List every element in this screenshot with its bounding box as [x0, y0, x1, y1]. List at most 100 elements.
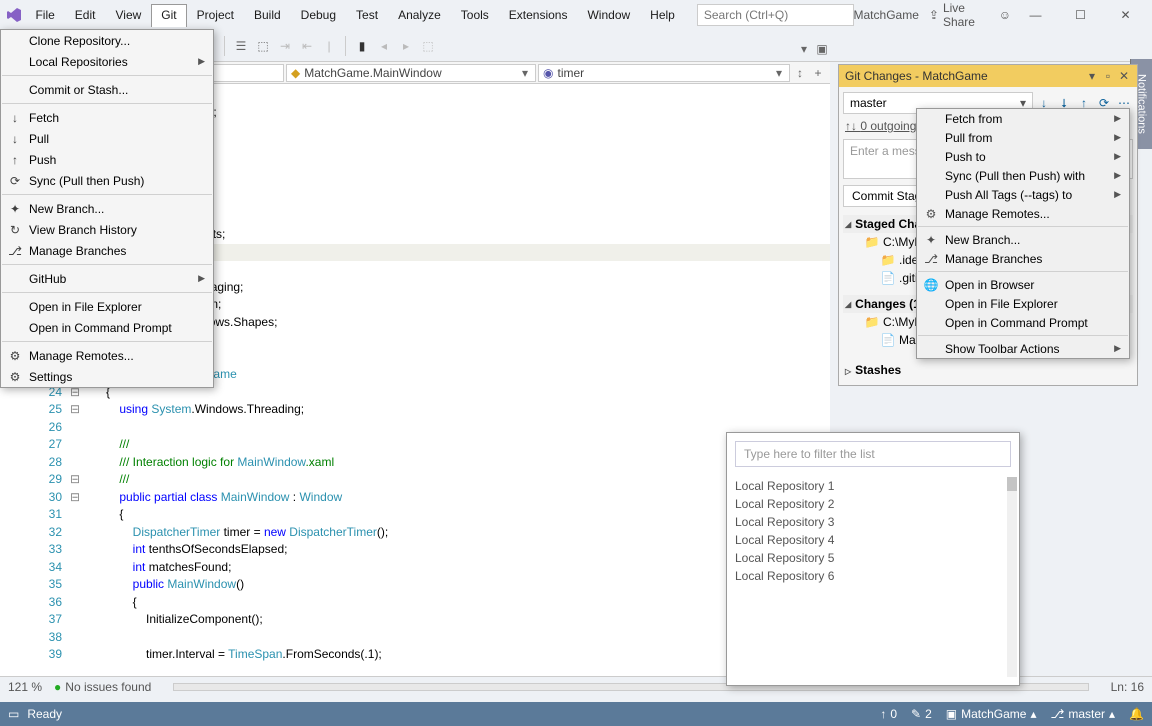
git-menu-item[interactable]: ⚙Manage Remotes... [1, 345, 213, 366]
menu-project[interactable]: Project [187, 4, 244, 26]
menu-view[interactable]: View [105, 4, 151, 26]
minimize-button[interactable]: — [1013, 0, 1058, 30]
feedback-icon[interactable]: ▭ [8, 707, 19, 721]
repo-item[interactable]: Local Repository 3 [735, 513, 1011, 531]
git-changes-title: Git Changes - MatchGame ▾ ▫ ✕ [839, 65, 1137, 87]
close-icon[interactable]: ✕ [1117, 69, 1131, 83]
git-ctx-item[interactable]: ✦New Branch... [917, 230, 1129, 249]
status-bar: ▭ Ready ↑ 0 ✎ 2 ▣ MatchGame ▴ ⎇ master ▴… [0, 702, 1152, 726]
repo-item[interactable]: Local Repository 4 [735, 531, 1011, 549]
line-indicator: Ln: 16 [1111, 680, 1144, 694]
tool-icon[interactable]: ⬚ [418, 36, 438, 56]
chevron-right-icon: ▶ [1114, 151, 1121, 162]
repo-filter-input[interactable]: Type here to filter the list [735, 441, 1011, 467]
tool-icon[interactable]: ⇥ [275, 36, 295, 56]
outgoing-count[interactable]: ↑ 0 [880, 707, 897, 721]
git-menu-item[interactable]: ↑Push [1, 149, 213, 170]
tool-icon[interactable]: ◂ [374, 36, 394, 56]
menu-tools[interactable]: Tools [451, 4, 499, 26]
menu-icon: ⚙ [7, 349, 23, 363]
code-content[interactable]: ;.Collections.Generic;.Linq;.Text;.Threa… [106, 84, 830, 680]
git-menu-item[interactable]: ⚙Settings [1, 366, 213, 387]
menu-extensions[interactable]: Extensions [499, 4, 578, 26]
zoom-level[interactable]: 121 % [8, 680, 42, 694]
menu-git[interactable]: Git [151, 4, 186, 27]
menu-build[interactable]: Build [244, 4, 291, 26]
git-menu-item[interactable]: Commit or Stash... [1, 79, 213, 100]
chevron-right-icon: ▶ [1114, 113, 1121, 124]
local-repositories-popup: Type here to filter the list Local Repos… [726, 432, 1020, 686]
menu-icon: ⟳ [7, 174, 23, 188]
git-ctx-item[interactable]: Pull from▶ [917, 128, 1129, 147]
git-ctx-item[interactable]: Show Toolbar Actions▶ [917, 339, 1129, 358]
git-menu-item[interactable]: Clone Repository... [1, 30, 213, 51]
split-horiz-icon[interactable]: ↕ [792, 65, 808, 81]
changes-count[interactable]: ✎ 2 [911, 707, 932, 721]
git-menu-item[interactable]: ↓Fetch [1, 107, 213, 128]
crumb-class[interactable]: ◆ MatchGame.MainWindow ▾ [286, 64, 536, 82]
menu-icon: ↓ [7, 111, 23, 125]
git-menu-item[interactable]: GitHub▶ [1, 268, 213, 289]
menu-debug[interactable]: Debug [291, 4, 346, 26]
tool-icon[interactable]: ⇤ [297, 36, 317, 56]
git-menu-item[interactable]: Local Repositories▶ [1, 51, 213, 72]
dropdown-icon[interactable]: ▾ [1085, 69, 1099, 83]
git-ctx-item[interactable]: ⎇Manage Branches [917, 249, 1129, 268]
tool-icon[interactable]: ☰ [231, 36, 251, 56]
git-menu-item[interactable]: Open in File Explorer [1, 296, 213, 317]
git-menu-item[interactable]: ⎇Manage Branches [1, 240, 213, 261]
tool-icon[interactable]: ⬚ [253, 36, 273, 56]
user-icon[interactable]: ☺ [997, 8, 1013, 22]
git-menu-item[interactable]: ✦New Branch... [1, 198, 213, 219]
bookmark-icon[interactable]: ▮ [352, 36, 372, 56]
close-button[interactable]: ✕ [1103, 0, 1148, 30]
menu-analyze[interactable]: Analyze [388, 4, 451, 26]
git-menu-item[interactable]: ⟳Sync (Pull then Push) [1, 170, 213, 191]
repo-item[interactable]: Local Repository 6 [735, 567, 1011, 585]
menu-icon: ↑ [7, 153, 23, 167]
search-input[interactable]: Search (Ctrl+Q) [697, 4, 854, 26]
chevron-right-icon: ▶ [1114, 132, 1121, 143]
project-indicator[interactable]: ▣ MatchGame ▴ [946, 707, 1037, 721]
repo-item[interactable]: Local Repository 5 [735, 549, 1011, 567]
git-ctx-item[interactable]: Open in File Explorer [917, 294, 1129, 313]
menu-window[interactable]: Window [577, 4, 640, 26]
menu-test[interactable]: Test [346, 4, 388, 26]
git-ctx-item[interactable]: Sync (Pull then Push) with▶ [917, 166, 1129, 185]
vs-logo [4, 3, 23, 27]
stashes-header[interactable]: Stashes [843, 359, 1133, 381]
menu-icon: ↓ [7, 132, 23, 146]
file-icon: 📁 [865, 235, 879, 249]
menu-help[interactable]: Help [640, 4, 685, 26]
notifications-icon[interactable]: 🔔 [1129, 707, 1144, 721]
menu-file[interactable]: File [25, 4, 64, 26]
issues-indicator[interactable]: ●No issues found [54, 680, 151, 694]
menu-edit[interactable]: Edit [65, 4, 106, 26]
git-ctx-item[interactable]: Push to▶ [917, 147, 1129, 166]
live-share-button[interactable]: ⇪ Live Share [919, 1, 997, 29]
tool-icon[interactable]: | [319, 36, 339, 56]
git-ctx-item[interactable]: Open in Command Prompt [917, 313, 1129, 332]
git-menu-item[interactable]: ↻View Branch History [1, 219, 213, 240]
repo-item[interactable]: Local Repository 1 [735, 477, 1011, 495]
menu-icon: ✦ [7, 202, 23, 216]
chevron-right-icon: ▶ [198, 273, 205, 284]
git-menu-item[interactable]: ↓Pull [1, 128, 213, 149]
repo-item[interactable]: Local Repository 2 [735, 495, 1011, 513]
git-ctx-item[interactable]: Fetch from▶ [917, 109, 1129, 128]
scrollbar[interactable] [1007, 477, 1017, 677]
add-icon[interactable]: + [810, 65, 826, 81]
git-actions-menu: Fetch from▶Pull from▶Push to▶Sync (Pull … [916, 108, 1130, 359]
pin-icon[interactable]: ▣ [814, 41, 830, 57]
git-ctx-item[interactable]: Push All Tags (--tags) to▶ [917, 185, 1129, 204]
maximize-button[interactable]: ☐ [1058, 0, 1103, 30]
split-icon[interactable]: ▾ [796, 41, 812, 57]
pin-icon[interactable]: ▫ [1101, 69, 1115, 83]
git-ctx-item[interactable]: 🌐Open in Browser [917, 275, 1129, 294]
git-menu-item[interactable]: Open in Command Prompt [1, 317, 213, 338]
menu-icon: ✦ [923, 233, 939, 247]
crumb-member[interactable]: ◉ timer ▾ [538, 64, 790, 82]
git-ctx-item[interactable]: ⚙Manage Remotes... [917, 204, 1129, 223]
branch-indicator[interactable]: ⎇ master ▴ [1051, 707, 1116, 721]
tool-icon[interactable]: ▸ [396, 36, 416, 56]
